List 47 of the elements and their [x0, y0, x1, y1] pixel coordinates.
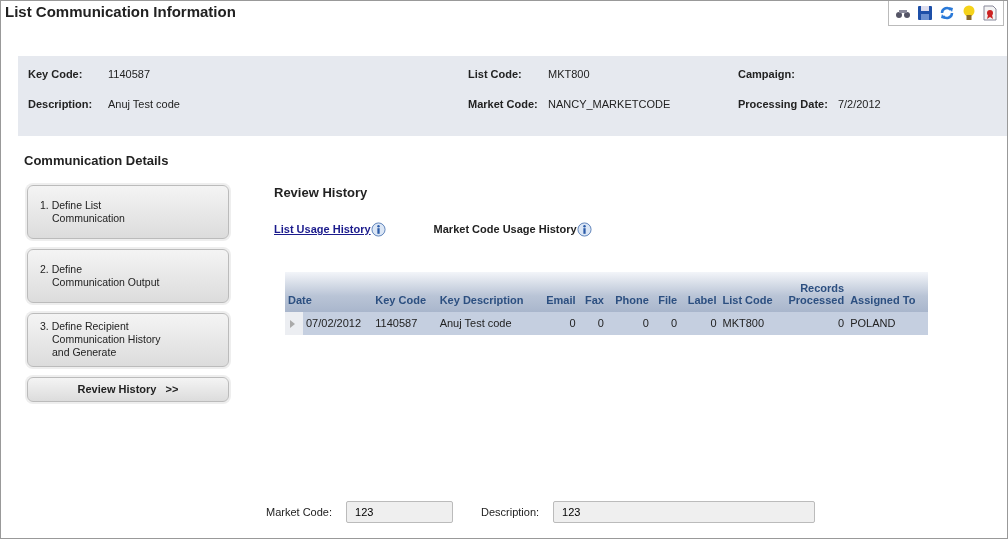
step-button[interactable]: 3. Define Recipient Communication History and Generate: [27, 312, 229, 367]
column-header: Phone: [606, 271, 652, 312]
table-cell: POLAND: [847, 311, 928, 335]
table-cell: 0: [680, 311, 720, 335]
table-cell: 07/02/2012: [303, 311, 373, 335]
field-value: NANCY_MARKETCODE: [548, 96, 671, 112]
step-button[interactable]: 1. Define List Communication: [27, 184, 229, 239]
history-link[interactable]: List Usage History: [274, 221, 371, 238]
field-label: Description:: [28, 96, 94, 112]
refresh-icon[interactable]: [939, 5, 955, 21]
column-header: Key Description: [436, 271, 539, 312]
table-cell: 0: [538, 311, 579, 335]
field-value: Anuj Test code: [108, 96, 180, 112]
field-value: 1140587: [108, 67, 150, 82]
field-label: Campaign:: [738, 67, 796, 82]
column-header: Date: [285, 271, 373, 312]
lightbulb-icon[interactable]: [961, 5, 977, 21]
field-value: MKT800: [548, 67, 590, 82]
column-header: Assigned To: [847, 271, 928, 312]
field-label: Description:: [481, 504, 540, 520]
field-label: Market Code:: [266, 504, 333, 520]
input-field[interactable]: 123: [346, 501, 454, 523]
save-icon[interactable]: [917, 5, 933, 21]
column-header: List Code: [719, 271, 784, 312]
column-header: Records Processed: [783, 271, 848, 312]
step-button[interactable]: 2. Define Communication Output: [27, 248, 229, 303]
table-cell: 0: [783, 311, 848, 335]
section-title: Communication Details: [24, 152, 170, 170]
window-title: List Communication Information: [5, 2, 236, 22]
step-button[interactable]: Review History >>: [27, 376, 229, 402]
field-label: Key Code:: [28, 67, 84, 82]
field-label: List Code:: [468, 67, 523, 82]
history-label: Market Code Usage History: [433, 222, 577, 237]
section-heading: Review History: [274, 183, 369, 202]
field-value: 7/2/2012: [837, 96, 881, 112]
field-label: Market Code:: [468, 96, 538, 112]
column-header: Email: [538, 271, 579, 312]
column-header: File: [651, 271, 681, 312]
input-field[interactable]: 123: [553, 501, 816, 523]
column-header: Key Code: [372, 271, 437, 312]
column-header: Label: [680, 271, 720, 312]
field-label: Processing Date:: [738, 96, 828, 112]
info-icon[interactable]: [370, 221, 386, 237]
info-icon[interactable]: [576, 221, 592, 237]
column-header: Fax: [578, 271, 607, 312]
document-icon[interactable]: [983, 5, 997, 21]
table-cell: 1140587: [372, 311, 437, 335]
